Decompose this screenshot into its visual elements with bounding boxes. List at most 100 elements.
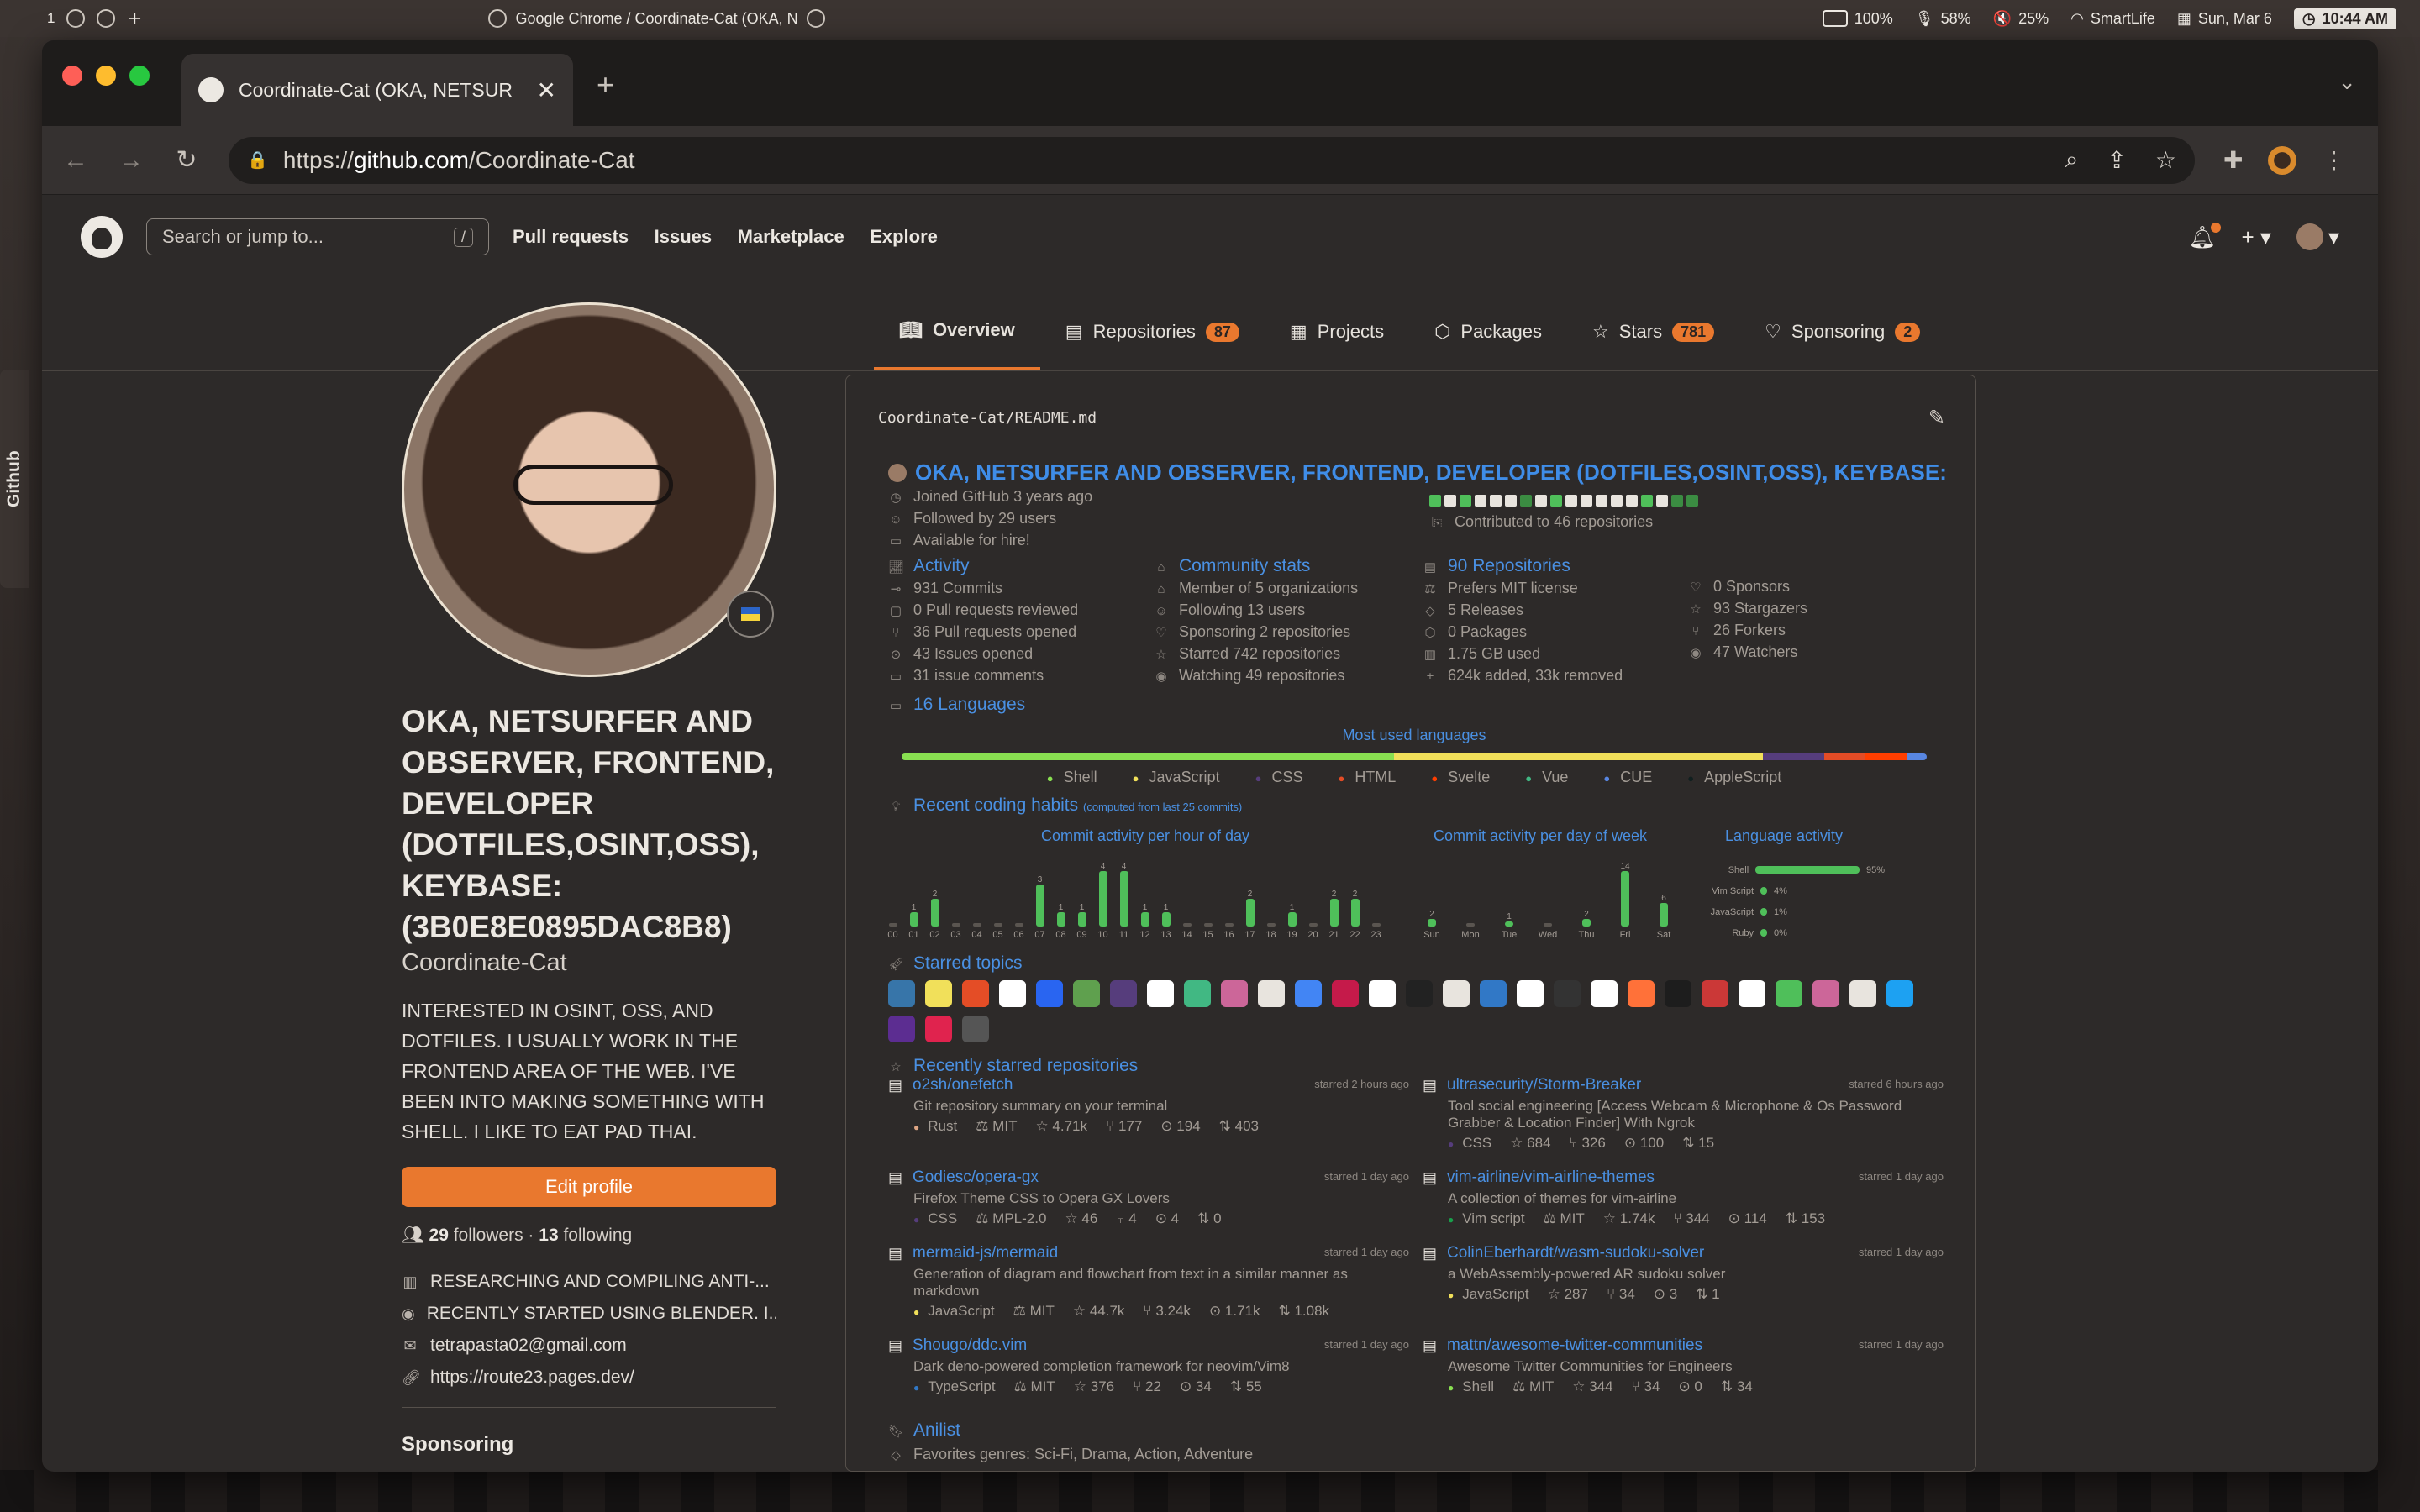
mic-status[interactable]: 🎙 58% <box>1915 10 1971 28</box>
followers-link[interactable]: 29 followers <box>429 1226 523 1245</box>
tab-stars[interactable]: ☆ Stars 781 <box>1567 293 1739 370</box>
topic-icon[interactable] <box>1221 980 1248 1007</box>
status-badge[interactable] <box>727 591 774 638</box>
topic-icon[interactable] <box>1110 980 1137 1007</box>
profile-photo[interactable] <box>402 302 776 677</box>
bookmark-star-icon[interactable]: ☆ <box>2155 146 2176 174</box>
add-space-icon[interactable]: ＋ <box>127 8 142 29</box>
website-link[interactable]: https://route23.pages.dev/ <box>430 1368 634 1388</box>
topic-icon[interactable] <box>1443 980 1470 1007</box>
repo-name-link[interactable]: mattn/awesome-twitter-communities <box>1447 1336 1702 1355</box>
volume-status[interactable]: 🔇 25% <box>1993 10 2049 28</box>
topic-icon[interactable] <box>1776 980 1802 1007</box>
zoom-icon[interactable]: ⌕ <box>2065 146 2079 174</box>
topic-icon[interactable] <box>1147 980 1174 1007</box>
extensions-puzzle-icon[interactable]: ✚ <box>2223 146 2243 174</box>
topic-icon[interactable] <box>962 980 989 1007</box>
wifi-status[interactable]: ◠ SmartLife <box>2070 10 2155 28</box>
date-status[interactable]: ▦ Sun, Mar 6 <box>2177 10 2272 28</box>
repo-name-link[interactable]: o2sh/onefetch <box>913 1076 1013 1095</box>
readme-path-file[interactable]: README.md <box>1015 409 1097 427</box>
edit-readme-pencil-icon[interactable]: ✎ <box>1928 406 1945 430</box>
topic-icon[interactable] <box>1036 980 1063 1007</box>
repo-name-link[interactable]: Shougo/ddc.vim <box>913 1336 1027 1355</box>
topic-icon[interactable] <box>1886 980 1913 1007</box>
topic-icon[interactable] <box>925 980 952 1007</box>
topic-icon[interactable] <box>1258 980 1285 1007</box>
battery-status[interactable]: 100% <box>1822 10 1893 28</box>
topic-icon[interactable] <box>999 980 1026 1007</box>
nav-marketplace[interactable]: Marketplace <box>738 226 844 247</box>
clock[interactable]: ◷ 10:44 AM <box>2293 8 2396 29</box>
repo-name-link[interactable]: mermaid-js/mermaid <box>913 1244 1058 1263</box>
share-icon[interactable]: ⇪ <box>2107 146 2126 174</box>
tab-projects[interactable]: ▦ Projects <box>1265 293 1409 370</box>
topic-icon[interactable] <box>1406 980 1433 1007</box>
back-button[interactable]: ← <box>62 146 89 175</box>
email-row[interactable]: ✉ tetrapasta02@gmail.com <box>402 1330 776 1362</box>
search-input[interactable]: Search or jump to... / <box>146 218 489 255</box>
github-logo-icon[interactable] <box>81 216 123 258</box>
profile-avatar[interactable] <box>2268 145 2297 175</box>
topic-icon[interactable] <box>1295 980 1322 1007</box>
edit-profile-button[interactable]: Edit profile <box>402 1167 776 1207</box>
topic-icon[interactable] <box>925 1016 952 1042</box>
active-app-title[interactable]: Google Chrome / Coordinate-Cat (OKA, N <box>515 10 797 28</box>
tab-overview[interactable]: 📖︎ Overview <box>874 293 1040 370</box>
following-link[interactable]: 13 following <box>539 1226 632 1245</box>
close-window-button[interactable] <box>62 66 82 86</box>
tab-search-chevron-icon[interactable]: ⌄ <box>2338 69 2356 95</box>
topic-icon[interactable] <box>962 1016 989 1042</box>
topic-icon[interactable] <box>1554 980 1581 1007</box>
topic-icon[interactable] <box>1517 980 1544 1007</box>
browser-tab[interactable]: Coordinate-Cat (OKA, NETSUR ✕ <box>182 54 573 126</box>
notifications-bell-icon[interactable]: 🔔︎ <box>2188 222 2222 250</box>
repo-name-link[interactable]: Godiesc/opera-gx <box>913 1168 1039 1187</box>
anilist-heading[interactable]: 🔖︎ Anilist <box>888 1420 960 1441</box>
topic-icon[interactable] <box>1073 980 1100 1007</box>
minimize-window-button[interactable] <box>96 66 116 86</box>
create-new-plus-icon[interactable]: + ▾ <box>2241 224 2270 250</box>
topic-icon[interactable] <box>1332 980 1359 1007</box>
topic-icon[interactable] <box>1591 980 1618 1007</box>
twitter-side-tab[interactable] <box>0 507 29 549</box>
close-tab-icon[interactable]: ✕ <box>537 76 556 104</box>
reload-button[interactable]: ↻ <box>173 145 200 175</box>
user-menu[interactable]: ▾ <box>2296 223 2339 250</box>
topic-icon[interactable] <box>1812 980 1839 1007</box>
community-heading[interactable]: ⌂ Community stats <box>1154 555 1423 578</box>
nav-pull-requests[interactable]: Pull requests <box>513 226 629 247</box>
topic-icon[interactable] <box>1702 980 1728 1007</box>
github-side-tab[interactable]: Github <box>0 370 29 588</box>
website-row[interactable]: 🔗︎ https://route23.pages.dev/ <box>402 1362 776 1394</box>
chrome-icon[interactable] <box>806 9 825 28</box>
chrome-icon[interactable] <box>66 9 86 28</box>
topic-icon[interactable] <box>888 1016 915 1042</box>
chrome-icon[interactable] <box>97 9 116 28</box>
nav-issues[interactable]: Issues <box>655 226 713 247</box>
repositories-heading[interactable]: ▤ 90 Repositories <box>1423 555 1691 578</box>
topic-icon[interactable] <box>1369 980 1396 1007</box>
topic-icon[interactable] <box>1628 980 1655 1007</box>
repo-name-link[interactable]: ColinEberhardt/wasm-sudoku-solver <box>1447 1244 1704 1263</box>
topic-icon[interactable] <box>888 980 915 1007</box>
zoom-window-button[interactable] <box>129 66 150 86</box>
forward-button[interactable]: → <box>118 146 145 175</box>
tab-repositories[interactable]: ▤ Repositories 87 <box>1040 293 1265 370</box>
tab-packages[interactable]: ⬡ Packages <box>1409 293 1567 370</box>
topic-icon[interactable] <box>1665 980 1691 1007</box>
space-indicator[interactable]: 1 <box>47 10 55 27</box>
languages-heading[interactable]: ▭ 16 Languages <box>888 695 1025 715</box>
new-tab-button[interactable]: + <box>597 67 614 102</box>
repo-name-link[interactable]: vim-airline/vim-airline-themes <box>1447 1168 1655 1187</box>
readme-title[interactable]: OKA, NETSURFER AND OBSERVER, FRONTEND, D… <box>888 459 1952 486</box>
repo-name-link[interactable]: ultrasecurity/Storm-Breaker <box>1447 1076 1641 1095</box>
address-bar[interactable]: 🔒 https://github.com/Coordinate-Cat ⌕ ⇪ … <box>229 136 2195 184</box>
lock-icon[interactable]: 🔒 <box>247 150 268 171</box>
topic-icon[interactable] <box>1184 980 1211 1007</box>
chrome-menu-icon[interactable]: ⋮ <box>2322 146 2345 174</box>
readme-path-user[interactable]: Coordinate-Cat <box>878 409 1006 427</box>
activity-heading[interactable]: 📈︎ Activity <box>888 555 1157 578</box>
tab-sponsoring[interactable]: ♡ Sponsoring 2 <box>1739 293 1945 370</box>
topic-icon[interactable] <box>1480 980 1507 1007</box>
